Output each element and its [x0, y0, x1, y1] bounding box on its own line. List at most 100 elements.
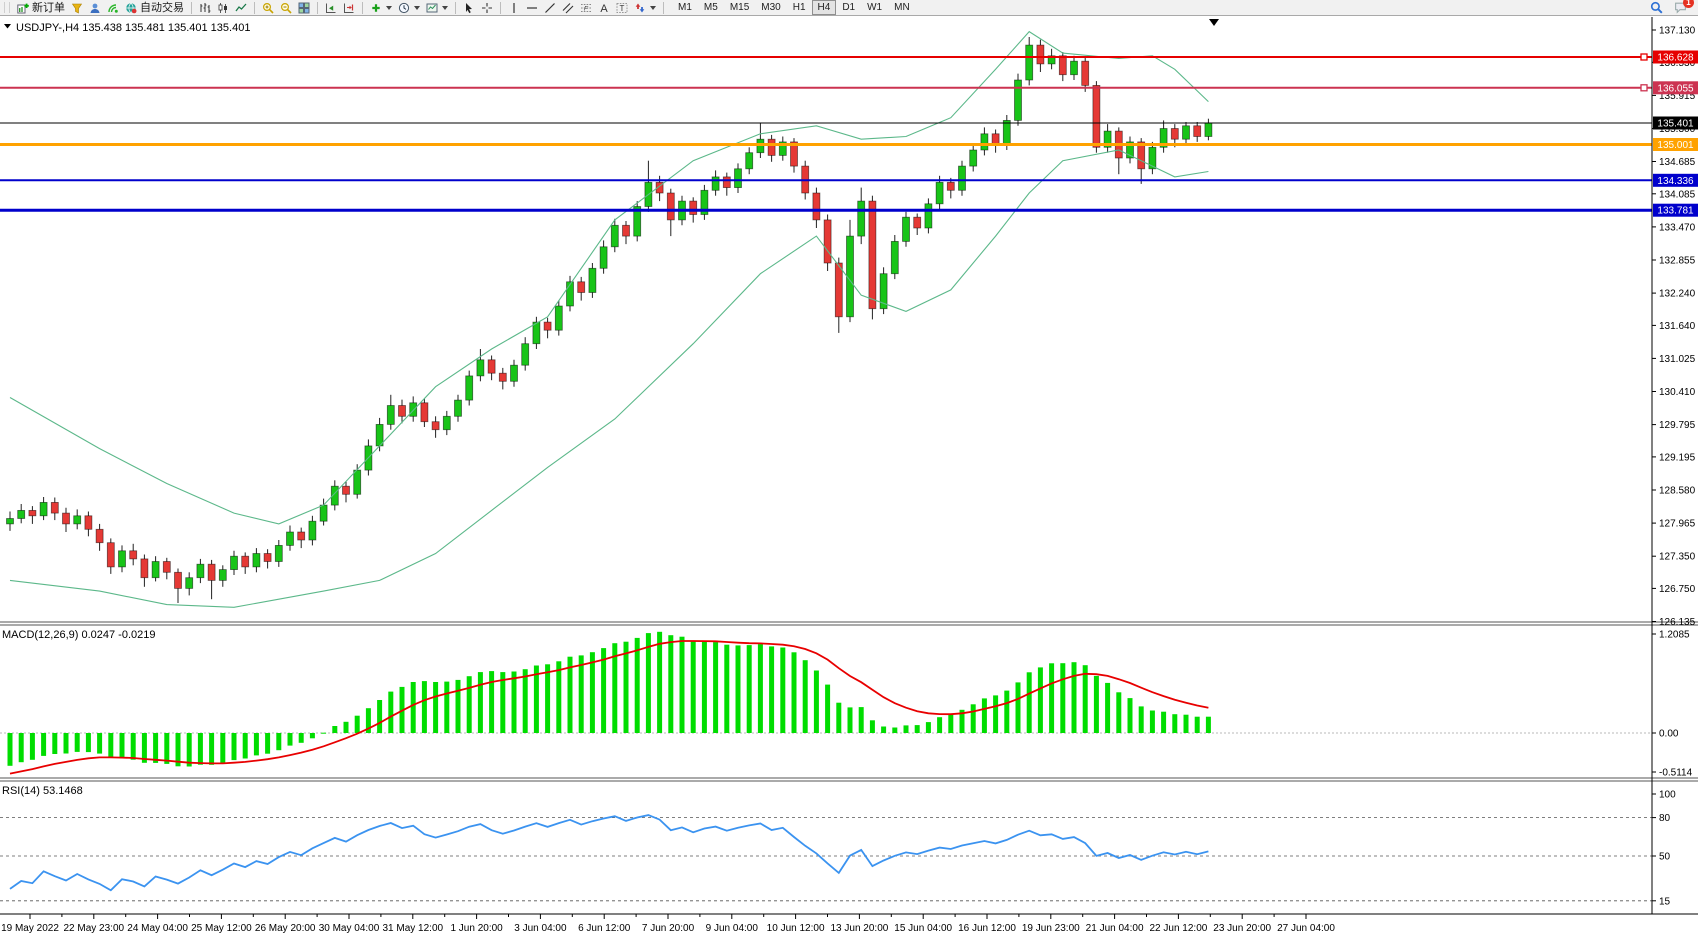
time-tick-label[interactable]: 24 May 04:00 [127, 923, 188, 934]
time-tick-label[interactable]: 22 May 23:00 [63, 923, 124, 934]
trendline-button[interactable] [541, 1, 559, 15]
new-order-icon [17, 2, 29, 14]
candle-up [74, 516, 81, 524]
time-tick-label[interactable]: 19 May 2022 [1, 923, 59, 934]
time-tick-label[interactable]: 7 Jun 20:00 [642, 923, 695, 934]
candle-down [499, 373, 506, 381]
level-edge-marker[interactable] [1641, 85, 1647, 91]
level-edge-marker[interactable] [1641, 54, 1647, 60]
price-tick-label: 128.580 [1659, 486, 1696, 497]
timeframe-mn[interactable]: MN [888, 0, 916, 15]
chevron-down-icon[interactable] [386, 6, 392, 10]
timeframe-h4[interactable]: H4 [812, 0, 837, 15]
timeframe-m1[interactable]: M1 [672, 0, 698, 15]
chart-area[interactable]: 137.130136.530135.915135.300134.685134.0… [0, 16, 1698, 941]
new-order-button[interactable]: 新订单 [14, 1, 68, 15]
macd-bar [713, 642, 718, 733]
autotrading-button[interactable]: 自动交易 [122, 1, 187, 15]
timeframe-d1[interactable]: D1 [836, 0, 861, 15]
candle-up [600, 247, 607, 268]
tile-windows-button[interactable] [295, 1, 313, 15]
candle-down [992, 134, 999, 145]
arrows-button[interactable] [631, 1, 659, 15]
timeframe-m5[interactable]: M5 [698, 0, 724, 15]
candle-up [735, 169, 742, 188]
chevron-down-icon[interactable] [414, 6, 420, 10]
text-button[interactable]: A [595, 1, 613, 15]
globe-icon [125, 2, 137, 14]
candle-up [40, 502, 47, 515]
macd-bar [19, 733, 24, 762]
time-tick-label[interactable]: 27 Jun 04:00 [1277, 923, 1335, 934]
time-tick-label[interactable]: 13 Jun 20:00 [830, 923, 888, 934]
indicators-button[interactable] [367, 1, 395, 15]
fibonacci-button[interactable]: F [577, 1, 595, 15]
macd-bar [859, 707, 864, 733]
vertical-line-button[interactable] [505, 1, 523, 15]
search-button[interactable] [1649, 0, 1664, 15]
time-tick-label[interactable]: 21 Jun 04:00 [1086, 923, 1144, 934]
time-tick-label[interactable]: 22 Jun 12:00 [1149, 923, 1207, 934]
chevron-down-icon[interactable] [442, 6, 448, 10]
candle-up [1183, 126, 1190, 139]
macd-bar [489, 671, 494, 733]
timeframe-h1[interactable]: H1 [787, 0, 812, 15]
macd-bar [680, 637, 685, 733]
chevron-down-icon[interactable] [650, 6, 656, 10]
periods-button[interactable] [395, 1, 423, 15]
horizontal-line-icon [526, 2, 538, 14]
time-tick-label[interactable]: 25 May 12:00 [191, 923, 252, 934]
cursor-button[interactable] [460, 1, 478, 15]
time-tick-label[interactable]: 3 Jun 04:00 [514, 923, 567, 934]
candle-up [387, 406, 394, 425]
macd-bar [1150, 711, 1155, 734]
notifications-button[interactable]: 1 [1673, 0, 1688, 15]
community-button[interactable] [86, 1, 104, 15]
candle-chart-button[interactable] [214, 1, 232, 15]
candle-down [824, 220, 831, 263]
macd-axis-label: -0.5114 [1659, 768, 1693, 779]
time-tick-label[interactable]: 1 Jun 20:00 [450, 923, 503, 934]
horizontal-line-button[interactable] [523, 1, 541, 15]
price-tick-label: 131.640 [1659, 321, 1696, 332]
chart-shift-marker[interactable] [1209, 19, 1219, 26]
line-chart-button[interactable] [232, 1, 250, 15]
zoom-in-button[interactable] [259, 1, 277, 15]
auto-scroll-button[interactable] [322, 1, 340, 15]
time-axis: 19 May 2022 22 May 23:0024 May 04:0025 Ma… [1, 914, 1335, 934]
timeframe-m30[interactable]: M30 [755, 0, 786, 15]
time-tick-label[interactable]: 26 May 20:00 [255, 923, 316, 934]
time-tick-label[interactable]: 31 May 12:00 [382, 923, 443, 934]
toolbar-grip[interactable] [4, 2, 10, 13]
crosshair-button[interactable] [478, 1, 496, 15]
time-tick-label[interactable]: 16 Jun 12:00 [958, 923, 1016, 934]
funnel-button[interactable] [68, 1, 86, 15]
candle-down [107, 543, 114, 567]
symbol-dropdown-icon[interactable] [4, 24, 11, 29]
price-tick-label: 127.965 [1659, 519, 1696, 530]
bar-chart-button[interactable] [196, 1, 214, 15]
signals-button[interactable] [104, 1, 122, 15]
candle-up [611, 225, 618, 247]
person-icon [89, 2, 101, 14]
pane-separators [0, 622, 1698, 781]
templates-button[interactable] [423, 1, 451, 15]
price-tick-label: 129.195 [1659, 452, 1696, 463]
candlesticks[interactable] [7, 37, 1212, 603]
time-tick-label[interactable]: 15 Jun 04:00 [894, 923, 952, 934]
chart-shift-button[interactable] [340, 1, 358, 15]
time-tick-label[interactable]: 23 Jun 20:00 [1213, 923, 1271, 934]
time-tick-label[interactable]: 19 Jun 23:00 [1022, 923, 1080, 934]
text-label-button[interactable]: T [613, 1, 631, 15]
chart-canvas[interactable]: 137.130136.530135.915135.300134.685134.0… [0, 16, 1698, 941]
timeframe-m15[interactable]: M15 [724, 0, 755, 15]
timeframe-w1[interactable]: W1 [861, 0, 888, 15]
time-tick-label[interactable]: 30 May 04:00 [319, 923, 380, 934]
zoom-out-button[interactable] [277, 1, 295, 15]
time-tick-label[interactable]: 6 Jun 12:00 [578, 923, 631, 934]
time-tick-label[interactable]: 10 Jun 12:00 [767, 923, 825, 934]
channel-button[interactable] [559, 1, 577, 15]
macd-bar [512, 672, 517, 734]
macd-bar [30, 733, 35, 760]
time-tick-label[interactable]: 9 Jun 04:00 [706, 923, 759, 934]
